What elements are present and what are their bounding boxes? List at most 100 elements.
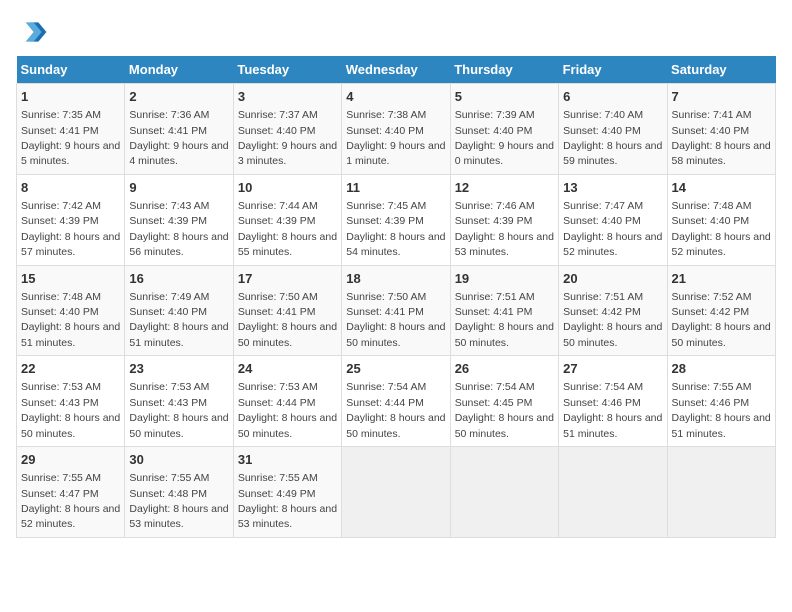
day-info: Sunrise: 7:45 AMSunset: 4:39 PMDaylight:…	[346, 200, 445, 258]
logo	[16, 16, 52, 48]
calendar-cell: 13 Sunrise: 7:47 AMSunset: 4:40 PMDaylig…	[559, 174, 667, 265]
day-number: 1	[21, 88, 120, 106]
day-number: 26	[455, 360, 554, 378]
calendar-cell: 30 Sunrise: 7:55 AMSunset: 4:48 PMDaylig…	[125, 447, 233, 538]
week-row-5: 29 Sunrise: 7:55 AMSunset: 4:47 PMDaylig…	[17, 447, 776, 538]
day-number: 27	[563, 360, 662, 378]
day-number: 3	[238, 88, 337, 106]
day-number: 15	[21, 270, 120, 288]
header-cell-sunday: Sunday	[17, 56, 125, 84]
calendar-cell: 8 Sunrise: 7:42 AMSunset: 4:39 PMDayligh…	[17, 174, 125, 265]
day-info: Sunrise: 7:35 AMSunset: 4:41 PMDaylight:…	[21, 109, 120, 167]
calendar-cell: 20 Sunrise: 7:51 AMSunset: 4:42 PMDaylig…	[559, 265, 667, 356]
day-info: Sunrise: 7:48 AMSunset: 4:40 PMDaylight:…	[21, 291, 120, 349]
calendar-cell: 17 Sunrise: 7:50 AMSunset: 4:41 PMDaylig…	[233, 265, 341, 356]
day-number: 31	[238, 451, 337, 469]
header-cell-saturday: Saturday	[667, 56, 775, 84]
calendar-cell: 29 Sunrise: 7:55 AMSunset: 4:47 PMDaylig…	[17, 447, 125, 538]
day-info: Sunrise: 7:38 AMSunset: 4:40 PMDaylight:…	[346, 109, 445, 167]
day-number: 29	[21, 451, 120, 469]
calendar-cell: 4 Sunrise: 7:38 AMSunset: 4:40 PMDayligh…	[342, 84, 450, 175]
header-cell-tuesday: Tuesday	[233, 56, 341, 84]
day-number: 28	[672, 360, 771, 378]
day-info: Sunrise: 7:51 AMSunset: 4:41 PMDaylight:…	[455, 291, 554, 349]
calendar-cell: 3 Sunrise: 7:37 AMSunset: 4:40 PMDayligh…	[233, 84, 341, 175]
calendar-table: SundayMondayTuesdayWednesdayThursdayFrid…	[16, 56, 776, 538]
calendar-cell: 21 Sunrise: 7:52 AMSunset: 4:42 PMDaylig…	[667, 265, 775, 356]
calendar-cell: 10 Sunrise: 7:44 AMSunset: 4:39 PMDaylig…	[233, 174, 341, 265]
day-number: 22	[21, 360, 120, 378]
week-row-3: 15 Sunrise: 7:48 AMSunset: 4:40 PMDaylig…	[17, 265, 776, 356]
day-info: Sunrise: 7:48 AMSunset: 4:40 PMDaylight:…	[672, 200, 771, 258]
day-number: 4	[346, 88, 445, 106]
day-info: Sunrise: 7:43 AMSunset: 4:39 PMDaylight:…	[129, 200, 228, 258]
day-info: Sunrise: 7:53 AMSunset: 4:43 PMDaylight:…	[21, 381, 120, 439]
calendar-cell: 7 Sunrise: 7:41 AMSunset: 4:40 PMDayligh…	[667, 84, 775, 175]
calendar-cell: 25 Sunrise: 7:54 AMSunset: 4:44 PMDaylig…	[342, 356, 450, 447]
day-info: Sunrise: 7:50 AMSunset: 4:41 PMDaylight:…	[238, 291, 337, 349]
calendar-cell: 19 Sunrise: 7:51 AMSunset: 4:41 PMDaylig…	[450, 265, 558, 356]
day-number: 10	[238, 179, 337, 197]
calendar-cell: 31 Sunrise: 7:55 AMSunset: 4:49 PMDaylig…	[233, 447, 341, 538]
day-info: Sunrise: 7:46 AMSunset: 4:39 PMDaylight:…	[455, 200, 554, 258]
day-info: Sunrise: 7:39 AMSunset: 4:40 PMDaylight:…	[455, 109, 554, 167]
calendar-cell	[559, 447, 667, 538]
day-info: Sunrise: 7:55 AMSunset: 4:49 PMDaylight:…	[238, 472, 337, 530]
calendar-cell: 6 Sunrise: 7:40 AMSunset: 4:40 PMDayligh…	[559, 84, 667, 175]
calendar-cell: 1 Sunrise: 7:35 AMSunset: 4:41 PMDayligh…	[17, 84, 125, 175]
day-number: 6	[563, 88, 662, 106]
week-row-2: 8 Sunrise: 7:42 AMSunset: 4:39 PMDayligh…	[17, 174, 776, 265]
day-info: Sunrise: 7:54 AMSunset: 4:44 PMDaylight:…	[346, 381, 445, 439]
calendar-cell: 14 Sunrise: 7:48 AMSunset: 4:40 PMDaylig…	[667, 174, 775, 265]
day-number: 8	[21, 179, 120, 197]
day-number: 24	[238, 360, 337, 378]
day-info: Sunrise: 7:51 AMSunset: 4:42 PMDaylight:…	[563, 291, 662, 349]
day-number: 16	[129, 270, 228, 288]
day-info: Sunrise: 7:54 AMSunset: 4:45 PMDaylight:…	[455, 381, 554, 439]
day-info: Sunrise: 7:50 AMSunset: 4:41 PMDaylight:…	[346, 291, 445, 349]
header	[16, 16, 776, 48]
header-cell-monday: Monday	[125, 56, 233, 84]
calendar-cell: 12 Sunrise: 7:46 AMSunset: 4:39 PMDaylig…	[450, 174, 558, 265]
logo-icon	[16, 16, 48, 48]
calendar-cell: 16 Sunrise: 7:49 AMSunset: 4:40 PMDaylig…	[125, 265, 233, 356]
day-number: 5	[455, 88, 554, 106]
calendar-cell: 23 Sunrise: 7:53 AMSunset: 4:43 PMDaylig…	[125, 356, 233, 447]
day-number: 2	[129, 88, 228, 106]
day-info: Sunrise: 7:53 AMSunset: 4:44 PMDaylight:…	[238, 381, 337, 439]
calendar-cell	[667, 447, 775, 538]
calendar-cell: 9 Sunrise: 7:43 AMSunset: 4:39 PMDayligh…	[125, 174, 233, 265]
day-info: Sunrise: 7:52 AMSunset: 4:42 PMDaylight:…	[672, 291, 771, 349]
day-number: 23	[129, 360, 228, 378]
header-cell-wednesday: Wednesday	[342, 56, 450, 84]
day-number: 19	[455, 270, 554, 288]
day-info: Sunrise: 7:55 AMSunset: 4:47 PMDaylight:…	[21, 472, 120, 530]
day-number: 14	[672, 179, 771, 197]
day-number: 12	[455, 179, 554, 197]
day-info: Sunrise: 7:49 AMSunset: 4:40 PMDaylight:…	[129, 291, 228, 349]
day-info: Sunrise: 7:37 AMSunset: 4:40 PMDaylight:…	[238, 109, 337, 167]
day-info: Sunrise: 7:47 AMSunset: 4:40 PMDaylight:…	[563, 200, 662, 258]
day-info: Sunrise: 7:42 AMSunset: 4:39 PMDaylight:…	[21, 200, 120, 258]
day-number: 13	[563, 179, 662, 197]
header-cell-thursday: Thursday	[450, 56, 558, 84]
calendar-cell: 2 Sunrise: 7:36 AMSunset: 4:41 PMDayligh…	[125, 84, 233, 175]
week-row-4: 22 Sunrise: 7:53 AMSunset: 4:43 PMDaylig…	[17, 356, 776, 447]
day-info: Sunrise: 7:44 AMSunset: 4:39 PMDaylight:…	[238, 200, 337, 258]
header-row: SundayMondayTuesdayWednesdayThursdayFrid…	[17, 56, 776, 84]
day-number: 18	[346, 270, 445, 288]
day-number: 11	[346, 179, 445, 197]
calendar-cell: 18 Sunrise: 7:50 AMSunset: 4:41 PMDaylig…	[342, 265, 450, 356]
day-number: 30	[129, 451, 228, 469]
day-info: Sunrise: 7:36 AMSunset: 4:41 PMDaylight:…	[129, 109, 228, 167]
day-info: Sunrise: 7:55 AMSunset: 4:46 PMDaylight:…	[672, 381, 771, 439]
day-number: 9	[129, 179, 228, 197]
calendar-cell	[450, 447, 558, 538]
day-info: Sunrise: 7:55 AMSunset: 4:48 PMDaylight:…	[129, 472, 228, 530]
day-number: 7	[672, 88, 771, 106]
calendar-cell: 22 Sunrise: 7:53 AMSunset: 4:43 PMDaylig…	[17, 356, 125, 447]
day-info: Sunrise: 7:54 AMSunset: 4:46 PMDaylight:…	[563, 381, 662, 439]
calendar-cell: 28 Sunrise: 7:55 AMSunset: 4:46 PMDaylig…	[667, 356, 775, 447]
day-number: 21	[672, 270, 771, 288]
day-info: Sunrise: 7:41 AMSunset: 4:40 PMDaylight:…	[672, 109, 771, 167]
